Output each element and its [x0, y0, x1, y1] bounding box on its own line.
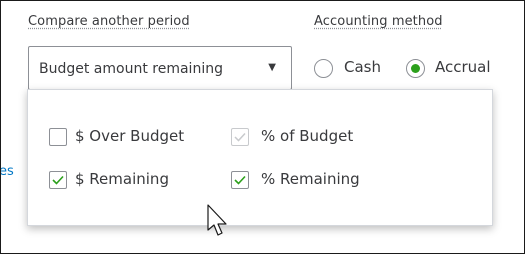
- dollar-remaining-label[interactable]: $ Remaining: [75, 170, 169, 188]
- accounting-method-label: Accounting method: [314, 14, 443, 29]
- accrual-radio-label[interactable]: Accrual: [435, 58, 491, 76]
- checkmark-icon: [234, 175, 246, 185]
- report-options-panel: Compare another period Accounting method…: [0, 0, 525, 254]
- caret-down-icon: ▼: [268, 62, 276, 73]
- cash-radio[interactable]: [314, 59, 333, 78]
- compare-period-label: Compare another period: [28, 14, 190, 29]
- mouse-pointer-icon: [207, 204, 227, 236]
- checkmark-icon: [234, 132, 246, 142]
- background-partial-text: es: [0, 164, 14, 179]
- percent-of-budget-checkbox[interactable]: [231, 128, 249, 146]
- cash-radio-label[interactable]: Cash: [344, 58, 381, 76]
- radio-selected-dot: [411, 64, 420, 73]
- percent-remaining-label[interactable]: % Remaining: [261, 170, 360, 188]
- accrual-radio[interactable]: [406, 59, 425, 78]
- percent-of-budget-label[interactable]: % of Budget: [261, 127, 353, 145]
- percent-remaining-checkbox[interactable]: [231, 171, 249, 189]
- compare-period-selected-value: Budget amount remaining: [39, 61, 223, 77]
- over-budget-checkbox[interactable]: [49, 128, 67, 146]
- over-budget-label[interactable]: $ Over Budget: [75, 127, 184, 145]
- compare-options-dropdown: $ Over Budget % of Budget $ Remaining % …: [27, 89, 493, 226]
- compare-period-select[interactable]: Budget amount remaining ▼: [28, 46, 292, 90]
- checkmark-icon: [52, 175, 64, 185]
- dollar-remaining-checkbox[interactable]: [49, 171, 67, 189]
